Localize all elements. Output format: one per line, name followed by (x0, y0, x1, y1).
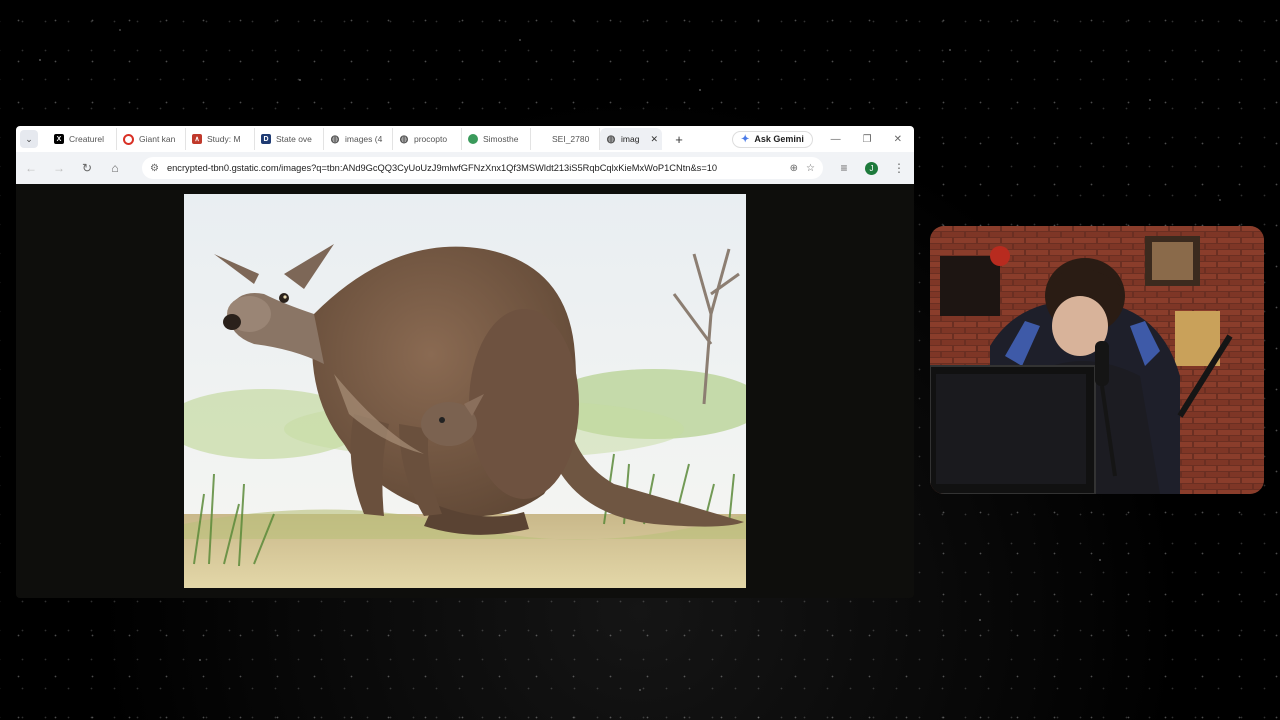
wikipedia-icon (468, 134, 478, 144)
webcam-overlay (930, 226, 1264, 494)
kangaroo-image-svg (184, 194, 746, 588)
navigation-toolbar: ← → ↻ ⌂ ⚙ encrypted-tbn0.gstatic.com/ima… (16, 152, 914, 184)
tab[interactable]: ∧ Study: M (186, 128, 255, 150)
tab[interactable]: SEI_2780 (531, 128, 600, 150)
reload-icon[interactable]: ↻ (80, 161, 94, 175)
tab-label: State ove (276, 134, 312, 144)
globe-icon: ◍ (606, 133, 616, 145)
opera-icon (123, 133, 134, 145)
tab[interactable]: X Creaturel (48, 128, 117, 150)
browser-window: ⌄ X Creaturel Giant kan ∧ Study: M D Sta… (16, 126, 914, 598)
gemini-sparkle-icon: ✦ (741, 133, 750, 145)
gemini-label: Ask Gemini (754, 134, 804, 144)
tab-strip: ⌄ X Creaturel Giant kan ∧ Study: M D Sta… (16, 126, 914, 152)
tab-label: SEI_2780 (552, 134, 590, 144)
close-window-icon[interactable]: ✕ (894, 134, 902, 145)
tab-label: imag (621, 134, 640, 144)
chevron-down-icon: ⌄ (25, 133, 33, 144)
bookmark-star-icon[interactable]: ☆ (806, 163, 815, 174)
new-tab-button[interactable]: + (670, 132, 688, 147)
tab[interactable]: Simosthe (462, 128, 531, 150)
globe-icon: ◍ (399, 133, 409, 145)
page-content (16, 184, 914, 598)
url-text: encrypted-tbn0.gstatic.com/images?q=tbn:… (166, 163, 718, 173)
x-logo-icon: X (54, 134, 64, 144)
restore-icon[interactable]: ❐ (863, 134, 872, 145)
tab[interactable]: Giant kan (117, 128, 186, 150)
tab-label: Creaturel (69, 134, 104, 144)
tab-label: procopto (414, 134, 448, 144)
forward-arrow-icon[interactable]: → (52, 161, 66, 175)
kangaroo-illustration (184, 194, 746, 588)
home-icon[interactable]: ⌂ (108, 161, 122, 175)
zoom-icon[interactable]: ⊕ (790, 163, 798, 174)
tab-label: Simosthe (483, 134, 519, 144)
tab-label: images (4 (345, 134, 383, 144)
menu-kebab-icon[interactable]: ⋮ (892, 161, 906, 175)
globe-icon: ◍ (330, 133, 340, 145)
tab[interactable]: D State ove (255, 128, 324, 150)
webcam-feed-svg (930, 226, 1264, 494)
profile-avatar[interactable]: J (865, 161, 878, 175)
site-info-icon[interactable]: ⚙ (150, 163, 159, 174)
tab-search-button[interactable]: ⌄ (20, 130, 38, 148)
minimize-icon[interactable]: — (831, 134, 841, 145)
tab[interactable]: ◍ procopto (393, 128, 462, 150)
tab[interactable]: ◍ images (4 (324, 128, 393, 150)
doc-icon (537, 134, 547, 144)
address-bar[interactable]: ⚙ encrypted-tbn0.gstatic.com/images?q=tb… (142, 157, 823, 179)
ask-gemini-button[interactable]: ✦ Ask Gemini (732, 130, 813, 148)
window-controls: — ❐ ✕ (831, 134, 910, 145)
close-icon[interactable]: ✕ (650, 134, 658, 145)
tab-active[interactable]: ◍ imag ✕ (600, 128, 662, 150)
study-icon: ∧ (192, 134, 202, 144)
tab-label: Study: M (207, 134, 241, 144)
reading-list-icon[interactable]: ≡ (837, 161, 851, 175)
tab-label: Giant kan (139, 134, 176, 144)
back-arrow-icon[interactable]: ← (24, 161, 38, 175)
di-icon: D (261, 134, 271, 144)
